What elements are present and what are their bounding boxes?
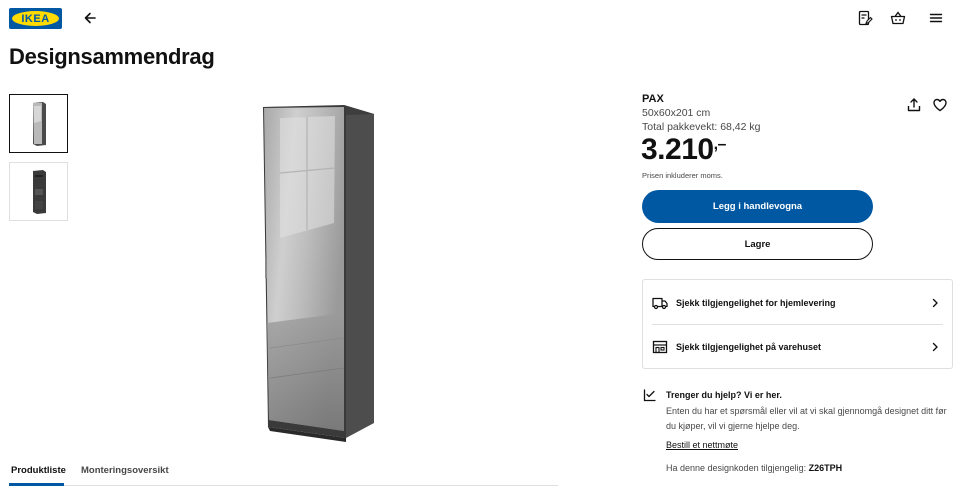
truck-icon (652, 297, 668, 310)
chevron-right-icon (932, 342, 938, 352)
back-arrow-icon[interactable] (78, 6, 102, 30)
product-name: PAX (642, 93, 664, 105)
store-availability-label: Sjekk tilgjengelighet på varehuset (676, 342, 822, 352)
thumbnail-open-view[interactable] (9, 162, 68, 221)
product-tabs: Produktliste Monteringsoversikt (9, 458, 558, 486)
heart-icon[interactable] (928, 93, 952, 117)
checklist-help-icon (643, 389, 656, 402)
menu-icon[interactable] (924, 6, 948, 30)
home-delivery-availability-row[interactable]: Sjekk tilgjengelighet for hjemlevering (643, 281, 952, 325)
design-code-label: Ha denne designkoden tilgjengelig: (666, 463, 807, 473)
help-text: Enten du har et spørsmål eller vil at vi… (666, 406, 947, 431)
page-title: Designsammendrag (9, 44, 215, 69)
home-delivery-label: Sjekk tilgjengelighet for hjemlevering (676, 298, 836, 308)
product-price: 3.210 ,– (641, 133, 726, 167)
ikea-logo[interactable]: IKEA (9, 8, 62, 29)
chevron-right-icon (932, 298, 938, 308)
thumbnail-front-view[interactable] (9, 94, 68, 153)
header: IKEA (0, 0, 960, 36)
design-code-value: Z26TPH (808, 463, 843, 473)
tab-monteringsoversikt[interactable]: Monteringsoversikt (81, 465, 169, 476)
store-availability-row[interactable]: Sjekk tilgjengelighet på varehuset (643, 325, 952, 369)
product-weight: Total pakkevekt: 68,42 kg (642, 121, 761, 133)
active-tab-indicator (9, 483, 64, 486)
logo-oval: IKEA (12, 11, 59, 26)
tab-produktliste[interactable]: Produktliste (11, 465, 66, 476)
price-suffix: ,– (713, 136, 727, 153)
design-code-line: Ha denne designkoden tilgjengelig: Z26TP… (666, 463, 842, 473)
share-icon[interactable] (902, 93, 926, 117)
shopping-list-icon[interactable] (853, 6, 877, 30)
help-title: Trenger du hjelp? Vi er her. (666, 390, 782, 400)
product-dimensions: 50x60x201 cm (642, 107, 711, 119)
save-button[interactable]: Lagre (642, 228, 873, 260)
price-value: 3.210 (641, 133, 714, 166)
product-image-wardrobe (250, 98, 390, 443)
wardrobe-open-thumb-icon (32, 169, 46, 214)
basket-icon[interactable] (886, 6, 910, 30)
wardrobe-mirror-thumb-icon (32, 101, 46, 146)
vat-note: Prisen inkluderer moms. (642, 171, 723, 180)
book-meeting-link[interactable]: Bestill et nettmøte (666, 440, 738, 450)
store-icon (652, 340, 668, 354)
add-to-cart-button[interactable]: Legg i handlevogna (642, 190, 873, 223)
logo-text: IKEA (21, 12, 50, 25)
availability-box: Sjekk tilgjengelighet for hjemlevering S… (642, 279, 953, 369)
